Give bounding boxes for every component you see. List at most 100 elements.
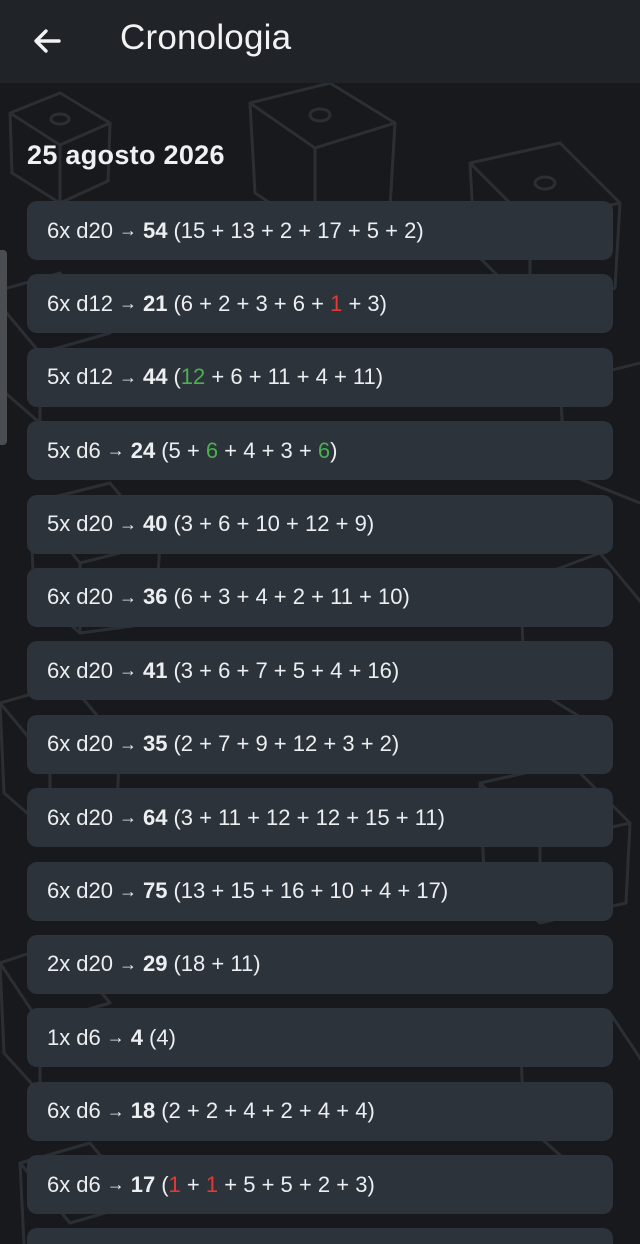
plus-separator: +	[254, 217, 280, 243]
roll-history-item[interactable]: 1x d6 → 4(4)	[27, 1008, 613, 1068]
die-type: d12	[76, 290, 113, 316]
plus-separator: +	[352, 584, 379, 610]
roll-history-item[interactable]: 6x d6 → 17(1 + 1 + 5 + 5 + 2 + 3)	[27, 1155, 613, 1215]
die-value: 2	[404, 217, 417, 243]
roll-total: 4	[130, 1024, 143, 1050]
die-value: 4	[330, 657, 343, 683]
dice-count: 5x	[47, 364, 71, 390]
plus-separator: +	[353, 878, 380, 904]
dice-count: 1x	[47, 1024, 71, 1050]
breakdown-open-paren: (	[161, 1098, 169, 1124]
die-value: 12	[180, 364, 206, 390]
arrow-icon: →	[118, 880, 137, 901]
dice-count: 6x	[47, 290, 71, 316]
die-value: 4	[317, 1098, 331, 1124]
roll-history-item[interactable]: 6x d20 → 36(6 + 3 + 4 + 2 + 11 + 10)	[27, 567, 613, 627]
dice-count: 5x	[47, 437, 71, 463]
die-value: 1	[330, 290, 343, 316]
plus-separator: +	[255, 1098, 281, 1124]
roll-history-item[interactable]	[27, 1228, 613, 1244]
roll-history-item[interactable]: 6x d20 → 75(13 + 15 + 16 + 10 + 4 + 17)	[27, 861, 613, 921]
plus-separator: +	[180, 437, 206, 463]
roll-history-item[interactable]: 6x d20 → 64(3 + 11 + 12 + 12 + 15 + 11)	[27, 788, 613, 848]
die-value: 10	[378, 584, 403, 610]
plus-separator: +	[341, 217, 367, 243]
roll-total: 54	[142, 217, 168, 243]
plus-separator: +	[330, 1098, 356, 1124]
die-value: 6	[180, 584, 194, 610]
die-type: d20	[76, 657, 113, 683]
breakdown-close-paren: )	[379, 290, 387, 316]
plus-separator: +	[218, 1098, 244, 1124]
roll-total: 24	[130, 437, 156, 463]
back-button[interactable]	[18, 12, 76, 70]
roll-history-item[interactable]: 6x d12 → 21(6 + 2 + 3 + 6 + 1 + 3)	[27, 274, 613, 334]
plus-separator: +	[379, 217, 405, 243]
breakdown-close-paren: )	[366, 511, 375, 537]
die-value: 12	[315, 804, 341, 830]
arrow-icon: →	[106, 1174, 125, 1195]
breakdown-open-paren: (	[161, 437, 169, 463]
breakdown-open-paren: (	[173, 584, 181, 610]
plus-separator: +	[193, 511, 219, 537]
die-value: 1	[168, 1171, 181, 1197]
roll-history-item[interactable]: 6x d20 → 35(2 + 7 + 9 + 12 + 3 + 2)	[27, 714, 613, 774]
breakdown-close-paren: )	[402, 584, 410, 610]
die-type: d20	[76, 511, 113, 537]
roll-history-list[interactable]: 6x d20 → 54(15 + 13 + 2 + 17 + 5 + 2) 6x d12 →…	[27, 201, 613, 1244]
roll-history-item[interactable]: 6x d20 → 54(15 + 13 + 2 + 17 + 5 + 2)	[27, 201, 613, 260]
arrow-icon: →	[106, 1100, 125, 1121]
die-value: 17	[416, 878, 441, 904]
plus-separator: +	[391, 878, 417, 904]
plus-separator: +	[304, 878, 330, 904]
die-value: 11	[330, 584, 353, 610]
die-type: d20	[76, 804, 113, 830]
plus-separator: +	[205, 951, 231, 977]
dice-count: 6x	[47, 584, 71, 610]
breakdown-open-paren: (	[173, 731, 181, 757]
plus-separator: +	[317, 731, 343, 757]
breakdown-open-paren: (	[173, 878, 181, 904]
plus-separator: +	[242, 364, 268, 390]
plus-separator: +	[254, 878, 280, 904]
roll-history-item[interactable]: 5x d12 → 44(12 + 6 + 11 + 4 + 11)	[27, 347, 613, 407]
die-value: 7	[255, 657, 268, 683]
die-value: 2	[168, 1098, 181, 1124]
breakdown-close-paren: )	[391, 657, 400, 683]
die-value: 15	[365, 804, 390, 830]
roll-history-item[interactable]: 6x d20 → 41(3 + 6 + 7 + 5 + 4 + 16)	[27, 641, 613, 701]
die-value: 3	[280, 437, 293, 463]
roll-total: 18	[130, 1098, 156, 1124]
dice-count: 6x	[47, 804, 71, 830]
roll-history-item[interactable]: 5x d6 → 24(5 + 6 + 4 + 3 + 6)	[27, 421, 613, 481]
die-type: d6	[76, 1098, 101, 1124]
die-value: 3	[180, 804, 194, 830]
roll-history-item[interactable]: 6x d6 → 18(2 + 2 + 4 + 2 + 4 + 4)	[27, 1081, 613, 1141]
plus-separator: +	[193, 657, 219, 683]
breakdown-open-paren: (	[173, 364, 181, 390]
arrow-icon: →	[118, 220, 137, 240]
roll-total: 35	[142, 731, 168, 757]
history-screen: Cronologia 25 agosto 2026 6x d20 → 54 (…	[0, 0, 640, 1244]
date-heading: 25 agosto 2026	[27, 140, 225, 170]
die-value: 15	[230, 878, 255, 904]
roll-total: 64	[142, 804, 168, 830]
plus-separator: +	[180, 1171, 206, 1197]
die-type: d20	[76, 731, 113, 757]
breakdown-close-paren: )	[367, 1098, 375, 1124]
plus-separator: +	[292, 437, 318, 463]
roll-total: 75	[142, 878, 168, 904]
breakdown-open-paren: (	[173, 511, 181, 537]
dice-count: 6x	[47, 217, 71, 243]
die-value: 13	[230, 217, 255, 243]
dice-count: 2x	[47, 951, 71, 977]
dice-count: 6x	[47, 731, 71, 757]
die-value: 2	[379, 731, 392, 757]
plus-separator: +	[255, 1171, 281, 1197]
roll-history-item[interactable]: 5x d20 → 40(3 + 6 + 10 + 12 + 9)	[27, 494, 613, 554]
plus-separator: +	[292, 1098, 318, 1124]
breakdown-close-paren: )	[416, 217, 424, 243]
roll-history-item[interactable]: 2x d20 → 29(18 + 11)	[27, 934, 613, 994]
scroll-handle[interactable]	[0, 250, 7, 445]
plus-separator: +	[180, 1098, 206, 1124]
